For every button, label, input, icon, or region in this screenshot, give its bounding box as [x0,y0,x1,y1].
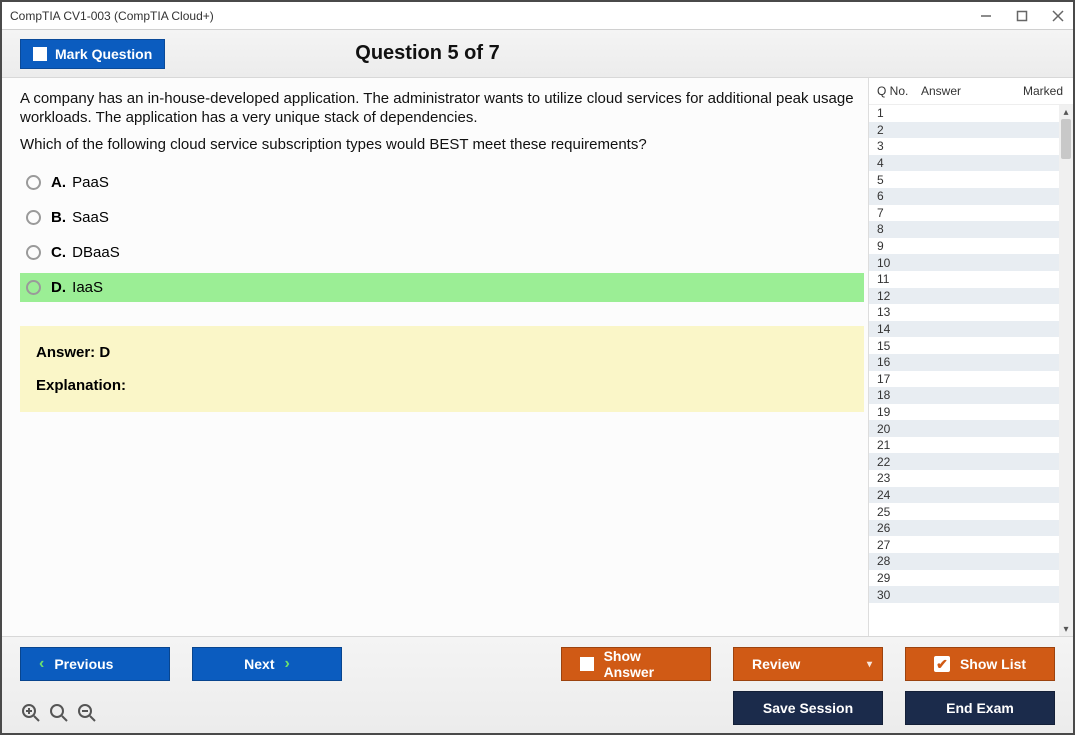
question-row[interactable]: 14 [869,321,1059,338]
question-row[interactable]: 19 [869,404,1059,421]
checkbox-empty-icon [580,657,594,671]
choice-list: A. PaaS B. SaaS C. DBaaS D. IaaS [20,168,864,302]
question-row[interactable]: 22 [869,453,1059,470]
question-row[interactable]: 5 [869,171,1059,188]
show-list-label: Show List [960,656,1026,672]
show-answer-label: Show Answer [604,648,692,680]
end-exam-button[interactable]: End Exam [905,691,1055,725]
checkbox-empty-icon [33,47,47,61]
choice-d[interactable]: D. IaaS [20,273,864,302]
choice-text: D. IaaS [51,279,103,296]
question-row[interactable]: 3 [869,138,1059,155]
save-session-label: Save Session [763,700,853,716]
choice-a[interactable]: A. PaaS [20,168,864,197]
question-row[interactable]: 1 [869,105,1059,122]
chevron-down-icon: ▾ [867,659,872,670]
question-row[interactable]: 18 [869,387,1059,404]
question-row[interactable]: 24 [869,487,1059,504]
minimize-button[interactable] [977,7,995,25]
mark-question-button[interactable]: Mark Question [20,39,165,69]
mark-question-label: Mark Question [55,46,152,62]
scrollbar[interactable]: ▴ ▾ [1059,105,1073,636]
footer: ‹ Previous Next › Show Answer Review ▾ ✔… [2,636,1073,733]
radio-icon [26,245,41,260]
save-session-button[interactable]: Save Session [733,691,883,725]
window-controls [977,7,1067,25]
question-row[interactable]: 12 [869,288,1059,305]
col-answer: Answer [921,84,1013,98]
question-list-panel: Q No. Answer Marked 12345678910111213141… [868,78,1073,636]
question-row[interactable]: 16 [869,354,1059,371]
chevron-right-icon: › [285,655,290,673]
radio-icon [26,280,41,295]
question-row[interactable]: 9 [869,238,1059,255]
scroll-thumb[interactable] [1061,119,1071,159]
zoom-controls [20,702,98,724]
question-row[interactable]: 4 [869,155,1059,172]
question-row[interactable]: 15 [869,337,1059,354]
question-row[interactable]: 28 [869,553,1059,570]
question-row[interactable]: 25 [869,503,1059,520]
choice-c[interactable]: C. DBaaS [20,238,864,267]
show-list-button[interactable]: ✔ Show List [905,647,1055,681]
body: A company has an in-house-developed appl… [2,78,1073,636]
previous-label: Previous [54,656,113,672]
question-text-2: Which of the following cloud service sub… [20,136,864,155]
answer-panel: Answer: D Explanation: [20,326,864,412]
question-row[interactable]: 10 [869,254,1059,271]
checkbox-checked-icon: ✔ [934,656,950,672]
radio-icon [26,175,41,190]
window-title: CompTIA CV1-003 (CompTIA Cloud+) [10,9,214,23]
next-button[interactable]: Next › [192,647,342,681]
question-list-header: Q No. Answer Marked [869,78,1073,105]
question-row[interactable]: 21 [869,437,1059,454]
col-marked: Marked [1013,84,1067,98]
question-row[interactable]: 27 [869,536,1059,553]
review-button[interactable]: Review ▾ [733,647,883,681]
scroll-up-icon[interactable]: ▴ [1059,105,1073,119]
question-row[interactable]: 29 [869,570,1059,587]
choice-b[interactable]: B. SaaS [20,203,864,232]
question-row[interactable]: 23 [869,470,1059,487]
question-row[interactable]: 2 [869,122,1059,139]
maximize-button[interactable] [1013,7,1031,25]
app-window: CompTIA CV1-003 (CompTIA Cloud+) Mark Qu… [0,0,1075,735]
header-bar: Mark Question Question 5 of 7 [2,30,1073,78]
question-row[interactable]: 20 [869,420,1059,437]
previous-button[interactable]: ‹ Previous [20,647,170,681]
question-row[interactable]: 26 [869,520,1059,537]
col-qno: Q No. [877,84,921,98]
question-row[interactable]: 17 [869,371,1059,388]
question-row[interactable]: 11 [869,271,1059,288]
choice-text: C. DBaaS [51,244,120,261]
question-row[interactable]: 7 [869,205,1059,222]
question-list-body: 1234567891011121314151617181920212223242… [869,105,1073,636]
answer-label: Answer: D [36,344,848,361]
zoom-in-icon[interactable] [48,702,70,724]
explanation-label: Explanation: [36,377,848,394]
choice-text: B. SaaS [51,209,109,226]
question-pane: A company has an in-house-developed appl… [2,78,868,636]
next-label: Next [244,656,274,672]
end-exam-label: End Exam [946,700,1014,716]
choice-text: A. PaaS [51,174,109,191]
question-row[interactable]: 13 [869,304,1059,321]
title-bar: CompTIA CV1-003 (CompTIA Cloud+) [2,2,1073,30]
question-row[interactable]: 30 [869,586,1059,603]
question-text-1: A company has an in-house-developed appl… [20,90,864,128]
review-label: Review [752,656,800,672]
radio-icon [26,210,41,225]
question-row[interactable]: 6 [869,188,1059,205]
show-answer-button[interactable]: Show Answer [561,647,711,681]
scroll-down-icon[interactable]: ▾ [1059,622,1073,636]
zoom-reset-icon[interactable] [20,702,42,724]
question-row[interactable]: 8 [869,221,1059,238]
close-button[interactable] [1049,7,1067,25]
zoom-out-icon[interactable] [76,702,98,724]
chevron-left-icon: ‹ [39,655,44,673]
